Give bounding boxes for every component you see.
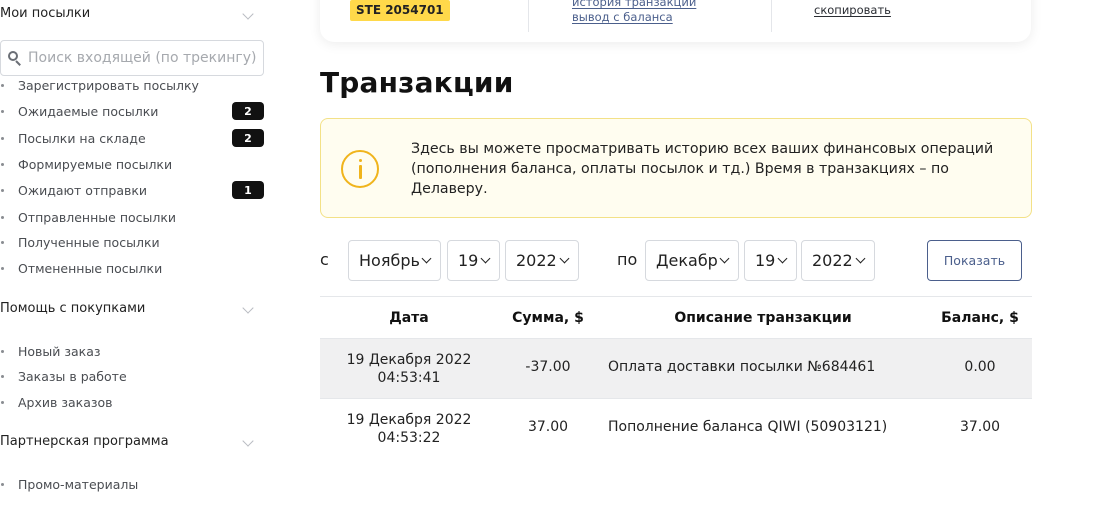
bullet-icon [1, 215, 4, 219]
sidebar-item-label: Заказы в работе [18, 368, 127, 384]
sidebar-item-register-parcel[interactable]: Зарегистрировать посылку [0, 74, 266, 96]
cell-description: Оплата доставки посылки №684461 [608, 359, 876, 375]
from-label: с [320, 250, 329, 269]
chevron-down-icon [777, 253, 788, 264]
chevron-down-icon [719, 253, 730, 264]
sidebar-item-label: Посылки на складе [18, 130, 146, 146]
transactions-table: Дата Сумма, $ Описание транзакции Баланс… [320, 296, 1032, 458]
time-text: 04:53:41 [377, 370, 441, 386]
account-card: STE 2054701 история транзакций вывод с б… [320, 0, 1031, 42]
sidebar-item-orders-in-progress[interactable]: Заказы в работе [0, 365, 266, 387]
cell-date: 19 Декабря 2022 04:53:41 [330, 351, 488, 387]
count-badge: 1 [232, 181, 264, 199]
info-icon [341, 150, 379, 188]
cell-amount: -37.00 [525, 359, 571, 375]
sidebar-item-label: Промо-материалы [18, 476, 139, 492]
bullet-icon [1, 374, 4, 378]
sidebar-item-promo-materials[interactable]: Промо-материалы [0, 473, 266, 495]
cell-amount: 37.00 [527, 419, 569, 435]
sidebar-item-expected-parcels[interactable]: Ожидаемые посылки 2 [0, 100, 266, 122]
from-day-select[interactable]: 19 [447, 240, 500, 281]
divider [771, 0, 772, 32]
section-partner-program[interactable]: Партнерская программа [0, 434, 169, 449]
cell-balance: 37.00 [959, 419, 1001, 435]
bullet-icon [1, 162, 4, 166]
bullet-icon [1, 400, 4, 404]
date-text: 19 Декабря 2022 [346, 352, 472, 368]
from-year-select[interactable]: 2022 [505, 240, 579, 281]
from-month-select[interactable]: Ноябрь [348, 240, 441, 281]
sidebar-item-cancelled-parcels[interactable]: Отмененные посылки [0, 257, 266, 279]
table-row: 19 Декабря 2022 04:53:22 37.00 Пополнени… [320, 398, 1032, 458]
chevron-down-icon[interactable] [242, 8, 254, 20]
sidebar-item-order-archive[interactable]: Архив заказов [0, 391, 266, 413]
bullet-icon [1, 83, 4, 87]
copy-link[interactable]: скопировать [814, 3, 891, 17]
chevron-down-icon[interactable] [242, 435, 254, 447]
cell-description: Пополнение баланса QIWI (50903121) [608, 419, 888, 435]
sidebar-item-parcels-in-warehouse[interactable]: Посылки на складе 2 [0, 127, 266, 149]
chevron-down-icon [480, 253, 491, 264]
count-badge: 2 [232, 129, 264, 147]
bullet-icon [1, 136, 4, 140]
chevron-down-icon[interactable] [242, 302, 254, 314]
sidebar-item-sent-parcels[interactable]: Отправленные посылки [0, 206, 266, 228]
time-text: 04:53:22 [377, 430, 441, 446]
sidebar-item-label: Архив заказов [18, 394, 113, 410]
to-month-select[interactable]: Декабрь [645, 240, 739, 281]
sidebar-item-forming-parcels[interactable]: Формируемые посылки [0, 153, 266, 175]
chevron-down-icon [559, 253, 570, 264]
sidebar-item-label: Отправленные посылки [18, 209, 177, 225]
header-description: Описание транзакции [674, 310, 852, 326]
header-balance: Баланс, $ [941, 310, 1019, 326]
header-date: Дата [389, 310, 429, 326]
to-year-select[interactable]: 2022 [801, 240, 875, 281]
sidebar-item-label: Ожидаемые посылки [18, 103, 159, 119]
bullet-icon [1, 349, 4, 353]
info-text: Здесь вы можете просматривать историю вс… [411, 141, 994, 197]
bullet-icon [1, 240, 4, 244]
bullet-icon [1, 482, 4, 486]
sidebar: Мои посылки Зарегистрировать посылку Ожи… [0, 0, 270, 506]
search-input[interactable] [28, 50, 258, 66]
search-icon [7, 50, 23, 66]
sidebar-item-label: Отмененные посылки [18, 260, 163, 276]
cell-balance: 0.00 [964, 359, 996, 375]
table-row: 19 Декабря 2022 04:53:41 -37.00 Оплата д… [320, 338, 1032, 398]
to-label: по [617, 250, 638, 269]
withdraw-balance-link[interactable]: вывод с баланса [572, 10, 673, 24]
section-purchase-help[interactable]: Помощь с покупками [0, 301, 145, 316]
header-amount: Сумма, $ [512, 310, 584, 326]
show-button[interactable]: Показать [927, 240, 1022, 281]
count-badge: 2 [232, 102, 264, 120]
sidebar-item-awaiting-shipment[interactable]: Ожидают отправки 1 [0, 179, 266, 201]
sidebar-item-label: Формируемые посылки [18, 156, 173, 172]
date-text: 19 Декабря 2022 [346, 412, 472, 428]
cell-date: 19 Декабря 2022 04:53:22 [330, 411, 488, 447]
divider [528, 0, 529, 32]
sidebar-item-received-parcels[interactable]: Полученные посылки [0, 231, 266, 253]
client-code-badge: STE 2054701 [350, 0, 450, 21]
transaction-history-link[interactable]: история транзакций [572, 0, 696, 9]
sidebar-item-label: Новый заказ [18, 343, 101, 359]
section-my-parcels[interactable]: Мои посылки [0, 6, 90, 21]
bullet-icon [1, 266, 4, 270]
sidebar-item-new-order[interactable]: Новый заказ [0, 340, 266, 362]
bullet-icon [1, 188, 4, 192]
sidebar-item-label: Ожидают отправки [18, 182, 148, 198]
sidebar-item-label: Полученные посылки [18, 234, 160, 250]
search-box[interactable] [0, 40, 264, 76]
page-title: Транзакции [320, 66, 514, 99]
bullet-icon [1, 109, 4, 113]
to-day-select[interactable]: 19 [744, 240, 797, 281]
chevron-down-icon [855, 253, 866, 264]
info-notice: Здесь вы можете просматривать историю вс… [320, 118, 1032, 218]
table-header: Дата Сумма, $ Описание транзакции Баланс… [320, 296, 1032, 338]
sidebar-item-label: Зарегистрировать посылку [18, 77, 199, 93]
